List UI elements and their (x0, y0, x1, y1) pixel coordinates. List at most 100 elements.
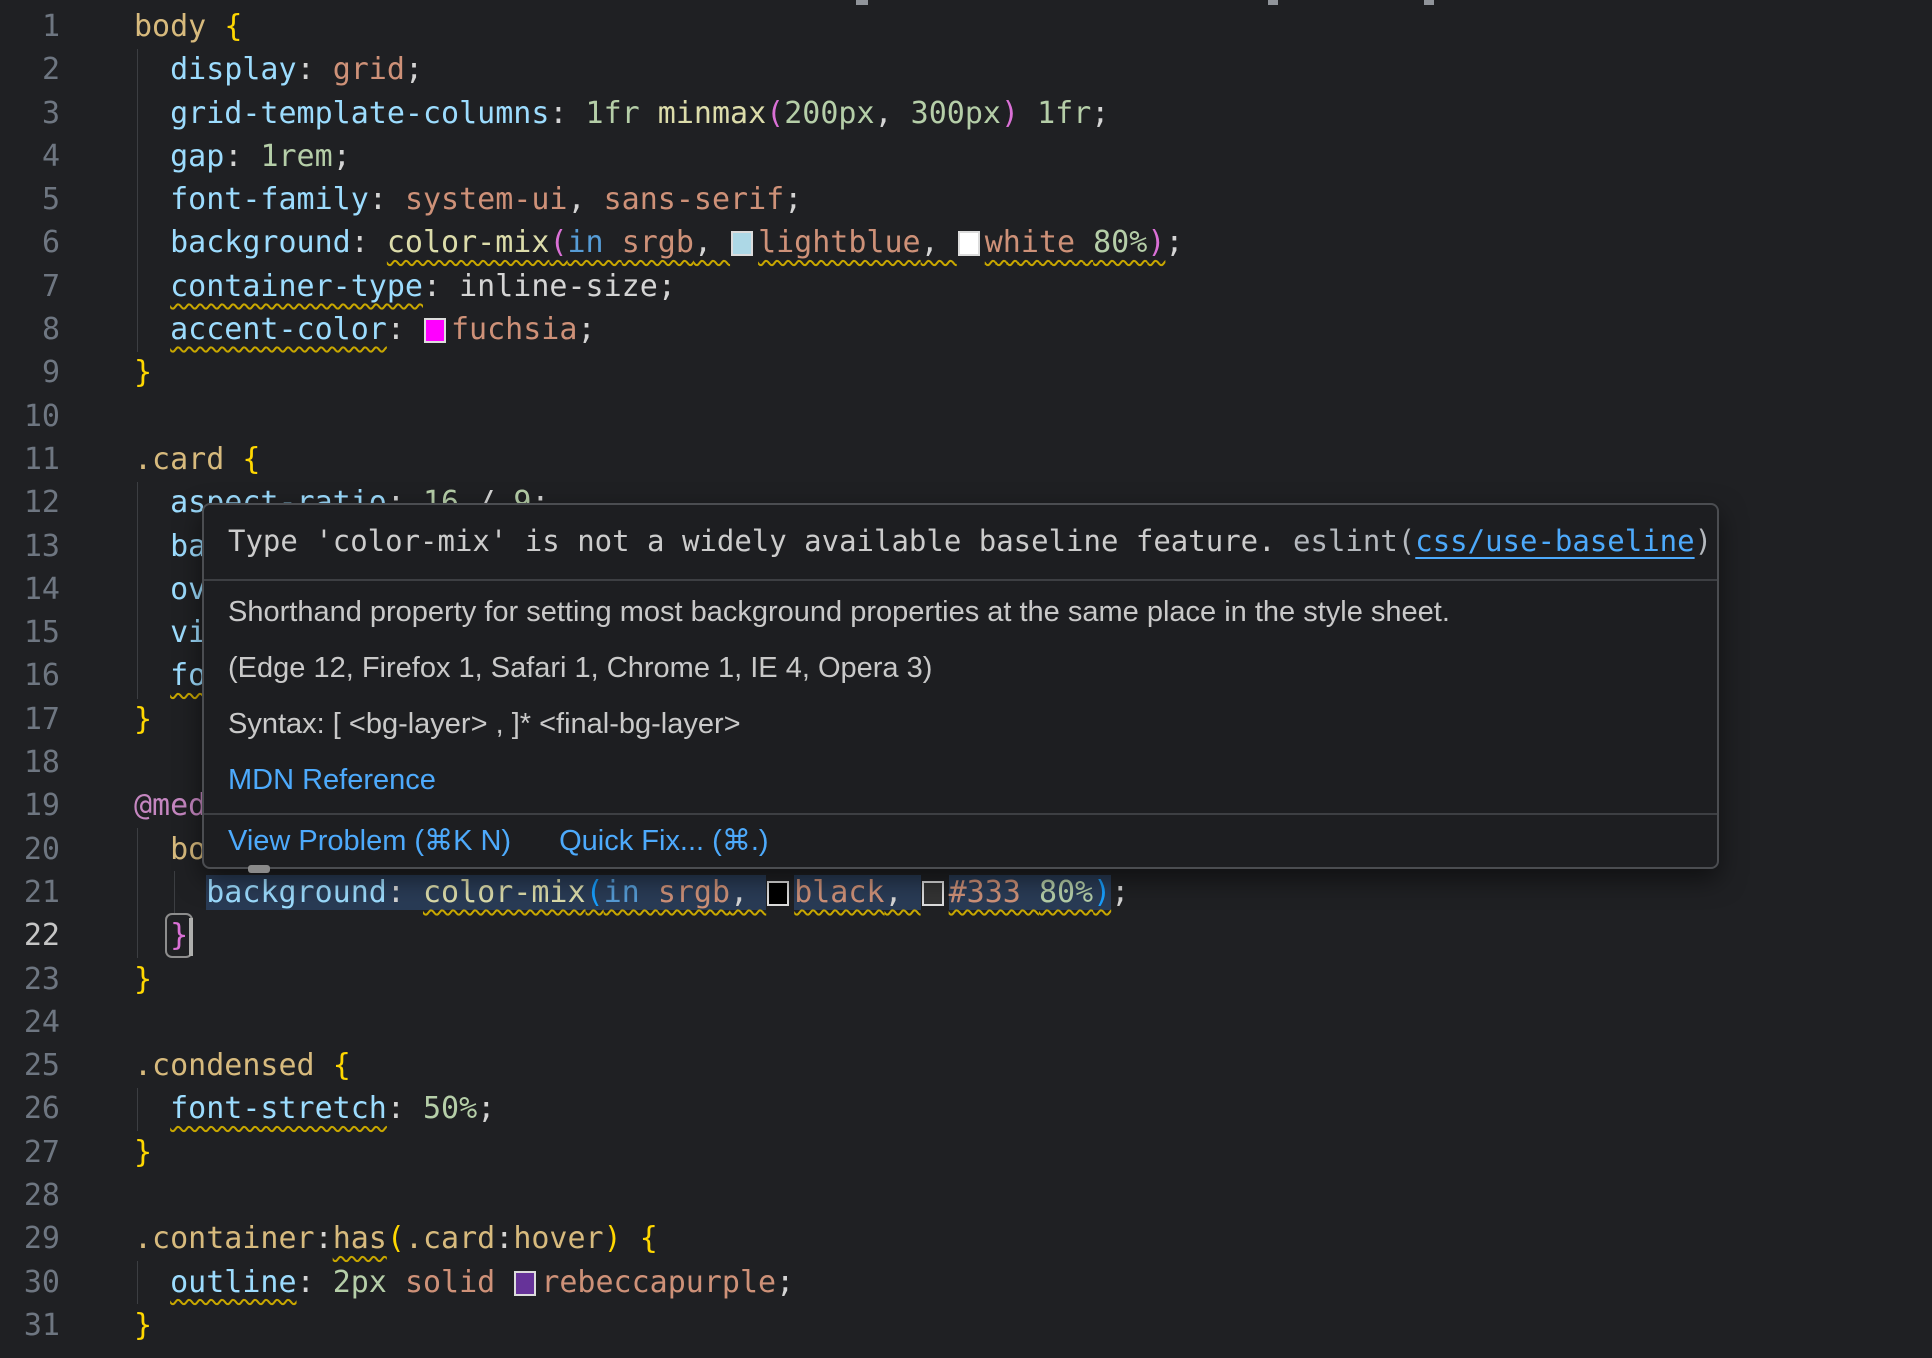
color-swatch[interactable] (514, 1271, 536, 1296)
line-number: 14 (0, 568, 60, 611)
code-token: #333 (949, 875, 1039, 910)
code-token: ; (1091, 96, 1109, 131)
line-number: 28 (0, 1174, 60, 1217)
code-token: 1fr (1037, 96, 1091, 131)
code-content: .condensed { (134, 1044, 351, 1087)
code-content: } (134, 351, 152, 394)
code-token: ; (477, 1091, 495, 1126)
code-line[interactable]: 3 grid-template-columns: 1fr minmax(200p… (0, 92, 1932, 135)
code-token: ; (1165, 225, 1183, 260)
diagnostic-message: Type 'color-mix' is not a widely availab… (204, 505, 1717, 581)
color-swatch[interactable] (731, 231, 753, 256)
code-token: sans-serif (604, 182, 785, 217)
code-line[interactable]: 29.container:has(.card:hover) { (0, 1217, 1932, 1260)
code-token (134, 529, 170, 564)
code-token: 2px (333, 1265, 405, 1300)
code-line[interactable]: 21 background: color-mix(in srgb, black,… (0, 871, 1932, 914)
code-token: 80% (1093, 225, 1147, 260)
eslint-rule-link[interactable]: css/use-baseline (1415, 524, 1694, 558)
code-token: minmax (658, 96, 766, 131)
code-content: } (134, 1131, 152, 1174)
code-token: ; (405, 52, 423, 87)
code-line[interactable]: 27} (0, 1131, 1932, 1174)
code-token: color-mix (423, 875, 586, 910)
code-token: solid (405, 1265, 513, 1300)
code-token: : (369, 182, 405, 217)
code-token: .condensed (134, 1048, 333, 1083)
code-token: font-stretch (170, 1091, 387, 1126)
mdn-reference-link[interactable]: MDN Reference (228, 764, 436, 796)
code-token: font-family (170, 182, 369, 217)
code-line[interactable]: 24 (0, 1001, 1932, 1044)
color-swatch[interactable] (767, 881, 789, 906)
code-token: ) (1001, 96, 1019, 131)
code-content: vi (134, 611, 206, 654)
code-token: white (985, 225, 1093, 260)
code-content: container-type: inline-size; (134, 265, 676, 308)
code-token: 50% (423, 1091, 477, 1126)
code-line[interactable]: 1 body { (0, 5, 1932, 48)
code-line[interactable]: 7 container-type: inline-size; (0, 265, 1932, 308)
code-token: ; (784, 182, 802, 217)
hover-scrollbar-thumb[interactable] (248, 865, 270, 873)
line-number: 26 (0, 1087, 60, 1130)
code-line[interactable]: 5 font-family: system-ui, sans-serif; (0, 178, 1932, 221)
line-number: 3 (0, 92, 60, 135)
code-content: } (134, 958, 152, 1001)
color-swatch[interactable] (424, 318, 446, 343)
code-content: gap: 1rem; (134, 135, 351, 178)
code-token: : (315, 1221, 333, 1256)
code-content: outline: 2px solid rebeccapurple; (134, 1261, 794, 1304)
code-token: inline-size (459, 269, 658, 304)
line-number: 6 (0, 221, 60, 264)
line-number: 8 (0, 308, 60, 351)
code-line[interactable]: 2 display: grid; (0, 48, 1932, 91)
code-line[interactable]: 31} (0, 1304, 1932, 1347)
code-line[interactable]: 28 (0, 1174, 1932, 1217)
code-token (134, 1091, 170, 1126)
code-line[interactable]: 6 background: color-mix(in srgb, lightbl… (0, 221, 1932, 264)
code-line[interactable]: 8 accent-color: fuchsia; (0, 308, 1932, 351)
code-line[interactable]: 30 outline: 2px solid rebeccapurple; (0, 1261, 1932, 1304)
code-line[interactable]: 25.condensed { (0, 1044, 1932, 1087)
code-editor[interactable]: 1 body {2 display: grid;3 grid-template-c… (0, 0, 1932, 1358)
line-number: 1 (0, 5, 60, 48)
code-token: fo (170, 658, 206, 693)
code-token: bo (170, 832, 206, 867)
code-token (134, 875, 206, 910)
line-number: 10 (0, 395, 60, 438)
eslint-prefix: eslint( (1293, 524, 1415, 558)
code-line[interactable]: 26 font-stretch: 50%; (0, 1087, 1932, 1130)
code-token: ) (604, 1221, 622, 1256)
code-line[interactable]: 4 gap: 1rem; (0, 135, 1932, 178)
code-token: black (794, 875, 884, 910)
code-content: body { (134, 5, 242, 48)
code-content: font-stretch: 50%; (134, 1087, 495, 1130)
code-line[interactable]: 23} (0, 958, 1932, 1001)
quick-fix-button[interactable]: Quick Fix... (⌘.) (559, 825, 768, 857)
code-token: system-ui (405, 182, 568, 217)
code-token: : (387, 875, 423, 910)
code-token: , (885, 875, 921, 910)
color-swatch[interactable] (922, 881, 944, 906)
code-token: rebeccapurple (541, 1265, 776, 1300)
line-number: 18 (0, 741, 60, 784)
code-token: : (387, 312, 423, 347)
code-line[interactable]: 22 } (0, 914, 1932, 957)
code-token: fuchsia (451, 312, 577, 347)
line-number: 2 (0, 48, 60, 91)
view-problem-button[interactable]: View Problem (⌘K N) (228, 825, 511, 857)
code-token: .card (405, 1221, 495, 1256)
line-number: 29 (0, 1217, 60, 1260)
code-token: lightblue (758, 225, 921, 260)
code-token: { (640, 1221, 658, 1256)
syntax-line: Syntax: [ <bg-layer> , ]* <final-bg-laye… (228, 707, 1693, 741)
color-swatch[interactable] (958, 231, 980, 256)
code-line[interactable]: 11.card { (0, 438, 1932, 481)
code-token: container-type (170, 269, 423, 304)
code-line[interactable]: 9} (0, 351, 1932, 394)
code-token: color-mix (387, 225, 550, 260)
line-number: 15 (0, 611, 60, 654)
code-content: fo (134, 654, 206, 697)
code-line[interactable]: 10 (0, 395, 1932, 438)
